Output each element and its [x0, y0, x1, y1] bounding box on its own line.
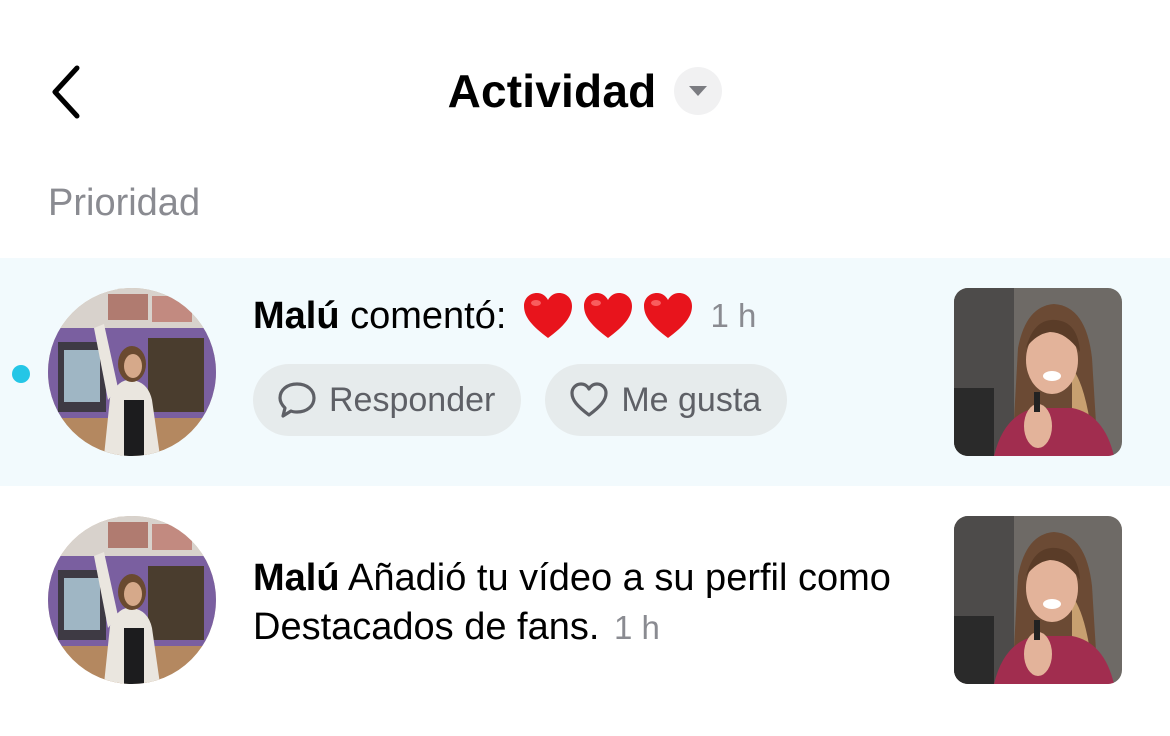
action-text: Añadió tu vídeo a su perfil como Destaca… [253, 557, 891, 648]
heart-emoji-icon [584, 293, 633, 338]
avatar[interactable] [48, 288, 216, 456]
caret-down-icon [689, 86, 708, 96]
avatar[interactable] [48, 516, 216, 684]
comment-actions: Responder Me gusta [253, 364, 788, 436]
notification-row[interactable]: Malú comentó: 1 h Responder Me gusta [0, 258, 1170, 486]
reply-button[interactable]: Responder [253, 364, 522, 436]
reply-label: Responder [329, 380, 496, 419]
username[interactable]: Malú [253, 557, 340, 599]
activity-filter-dropdown[interactable] [674, 67, 723, 115]
activity-screen: Actividad Prioridad Malú comentó: 1 h Re… [0, 0, 1170, 736]
heart-emoji-icon [524, 293, 573, 338]
notification-text: Malú comentó: 1 h [253, 286, 756, 346]
unread-dot [12, 365, 30, 383]
action-text: comentó: [350, 294, 507, 337]
header: Actividad [0, 58, 1170, 124]
heart-outline-icon [570, 382, 608, 417]
like-button[interactable]: Me gusta [545, 364, 788, 436]
comment-content [522, 292, 694, 340]
heart-emoji-icon [644, 293, 693, 338]
notification-row[interactable]: Malú Añadió tu vídeo a su perfil como De… [0, 486, 1170, 714]
video-thumbnail[interactable] [954, 516, 1122, 684]
page-title: Actividad [447, 65, 657, 117]
timestamp: 1 h [710, 297, 757, 334]
section-label-priority: Prioridad [48, 182, 201, 224]
timestamp: 1 h [614, 609, 660, 646]
like-label: Me gusta [621, 380, 762, 419]
notification-text: Malú Añadió tu vídeo a su perfil como De… [253, 554, 913, 652]
speech-bubble-icon [278, 382, 316, 418]
video-thumbnail[interactable] [954, 288, 1122, 456]
username[interactable]: Malú [253, 295, 340, 338]
